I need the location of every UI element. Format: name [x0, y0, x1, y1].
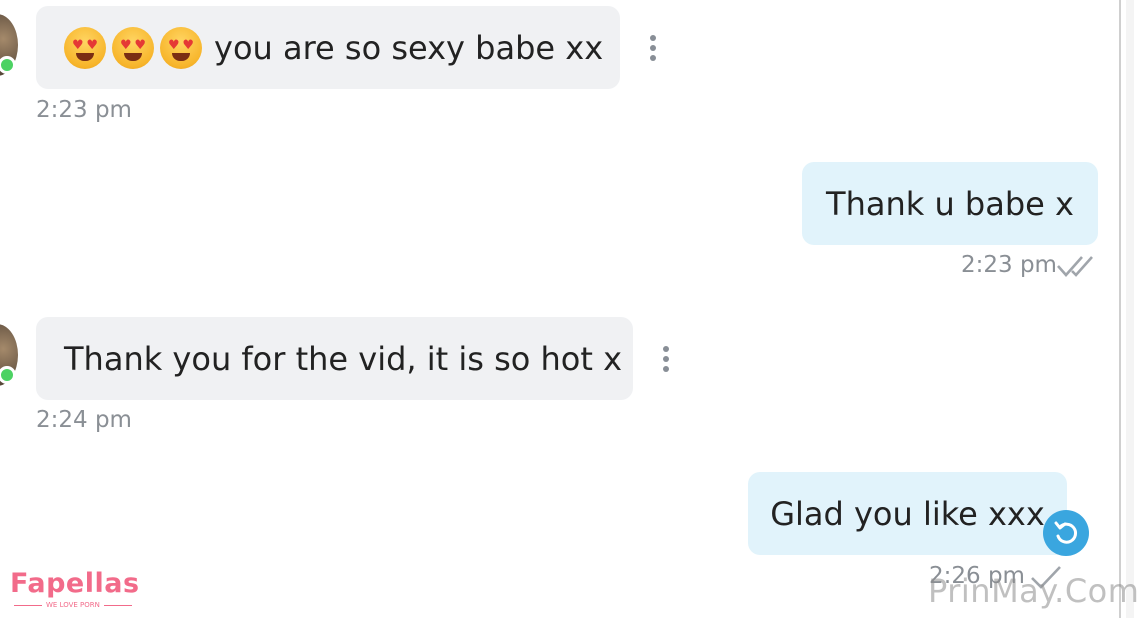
- message-bubble-incoming[interactable]: Thank you for the vid, it is so hot x: [36, 317, 633, 400]
- fapellas-logo: Fapellas WE LOVE PORN: [10, 568, 140, 610]
- message-text: Glad you like xxx: [770, 494, 1045, 533]
- online-status-dot: [0, 56, 16, 74]
- message-text: Thank u babe x: [826, 184, 1074, 223]
- message-bubble-outgoing[interactable]: Thank u babe x: [802, 162, 1098, 245]
- message-text: you are so sexy babe xx: [214, 28, 604, 67]
- double-check-icon: [1057, 256, 1093, 277]
- kebab-menu-icon[interactable]: [662, 346, 670, 372]
- emoji-group: ♥ ♥ ♥ ♥ ♥ ♥: [64, 26, 202, 69]
- message-bubble-incoming[interactable]: ♥ ♥ ♥ ♥ ♥ ♥ you are so sexy babe xx: [36, 6, 620, 89]
- sender-avatar[interactable]: [0, 14, 18, 76]
- message-timestamp: 2:23 pm: [36, 97, 132, 123]
- logo-tagline: WE LOVE PORN: [46, 601, 100, 609]
- heart-eyes-emoji-icon: ♥ ♥: [64, 26, 106, 69]
- message-timestamp: 2:23 pm: [961, 252, 1057, 278]
- chat-view: ♥ ♥ ♥ ♥ ♥ ♥ you are so sexy babe xx 2:23 pm…: [0, 0, 1143, 618]
- logo-text: Fapellas: [10, 568, 140, 599]
- heart-eyes-emoji-icon: ♥ ♥: [160, 26, 202, 69]
- message-text: Thank you for the vid, it is so hot x: [64, 339, 623, 378]
- online-status-dot: [0, 366, 16, 384]
- divider: [1119, 0, 1121, 618]
- heart-eyes-emoji-icon: ♥ ♥: [112, 26, 154, 69]
- sender-avatar[interactable]: [0, 324, 18, 386]
- undo-arrow-icon: [1054, 521, 1078, 544]
- scrollbar[interactable]: [1126, 0, 1134, 618]
- kebab-menu-icon[interactable]: [649, 35, 657, 61]
- message-bubble-outgoing[interactable]: Glad you like xxx: [748, 472, 1067, 555]
- watermark-text: PrinMay.Com: [928, 572, 1140, 610]
- message-timestamp: 2:24 pm: [36, 407, 132, 433]
- resend-button[interactable]: [1043, 510, 1089, 556]
- logo-tagline-row: WE LOVE PORN: [14, 601, 140, 609]
